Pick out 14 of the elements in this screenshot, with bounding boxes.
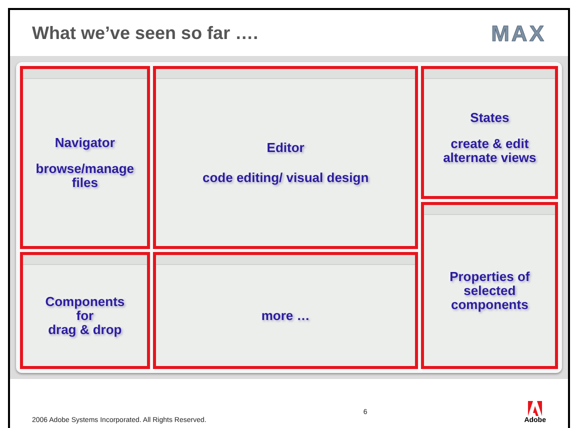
callout-text: drag & drop <box>48 322 122 336</box>
callout-text: Properties of selected components <box>448 270 531 312</box>
callout-text: for <box>76 308 94 322</box>
slide-title: What we’ve seen so far …. <box>32 22 258 44</box>
callout-text: States <box>470 110 510 124</box>
callout-text: Navigator <box>54 136 115 150</box>
adobe-logo-icon <box>528 400 542 416</box>
callout-text: Editor <box>266 140 304 154</box>
callout-text: more … <box>261 308 310 322</box>
callout-text: create & edit alternate views <box>442 136 538 164</box>
callout-text: Components <box>45 294 125 308</box>
logo: MAX <box>491 20 546 48</box>
callout-text: code editing/ visual design <box>202 170 369 184</box>
callout-text: browse/manage files <box>34 162 136 190</box>
